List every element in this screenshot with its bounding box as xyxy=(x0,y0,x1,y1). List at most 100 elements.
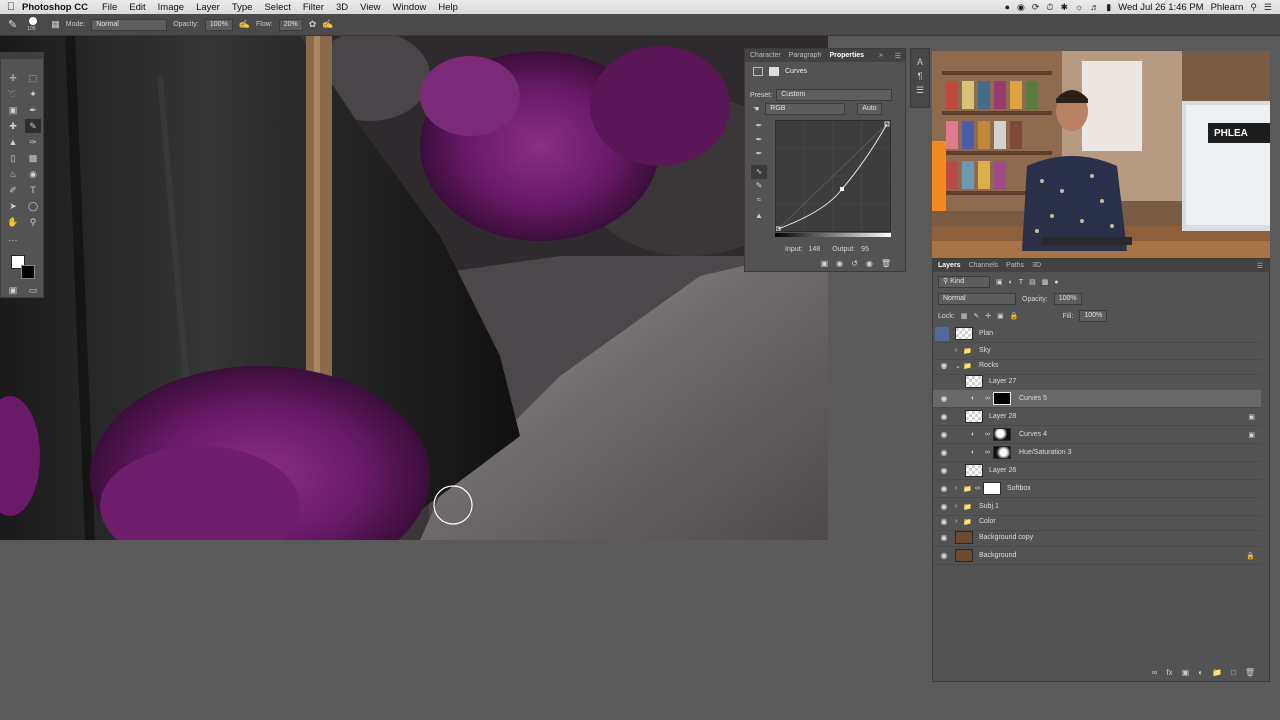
path-selection-tool-icon[interactable]: ➤ xyxy=(5,199,21,213)
flow-field[interactable]: 20% xyxy=(278,18,303,31)
layer-name[interactable]: Curves 4 xyxy=(1019,431,1047,438)
tab-properties[interactable]: Properties xyxy=(829,52,864,59)
layer-mask-thumbnail[interactable] xyxy=(993,392,1011,405)
notification-center-icon[interactable]: ☰ xyxy=(1264,2,1272,13)
pressure-size-icon[interactable]: ✍ xyxy=(322,19,333,30)
eye-icon[interactable]: ◉ xyxy=(939,430,949,440)
eye-icon[interactable]: ◉ xyxy=(939,466,949,476)
spotlight-icon[interactable]: ⚲ xyxy=(1250,2,1257,13)
menu-image[interactable]: Image xyxy=(158,2,184,13)
eye-icon[interactable]: ◉ xyxy=(939,502,949,512)
output-value[interactable]: 95 xyxy=(861,246,869,253)
layer-group-row[interactable]: ◉ › 📁 ∞ Softbox xyxy=(933,480,1261,498)
background-color-swatch[interactable] xyxy=(21,265,35,279)
layer-row[interactable]: Layer 27 xyxy=(933,373,1261,391)
eraser-tool-icon[interactable]: ▯ xyxy=(5,151,21,165)
clone-stamp-tool-icon[interactable]: ▲ xyxy=(5,135,21,149)
volume-icon[interactable]: ♬ xyxy=(1090,2,1099,12)
eye-icon[interactable]: ◉ xyxy=(939,551,949,561)
crop-tool-icon[interactable]: ▣ xyxy=(5,103,21,117)
filter-smart-object-icon[interactable]: ▩ xyxy=(1042,278,1049,286)
lock-artboard-icon[interactable]: ▣ xyxy=(997,312,1004,320)
layer-name[interactable]: Rocks xyxy=(979,362,998,369)
group-mask-thumbnail[interactable] xyxy=(983,482,1001,495)
layer-name[interactable]: Background copy xyxy=(979,534,1033,541)
tab-character[interactable]: Character xyxy=(750,52,781,59)
brush-tool-icon[interactable]: ✎ xyxy=(8,18,17,31)
blur-tool-icon[interactable]: ♨ xyxy=(5,167,21,181)
layer-row[interactable]: ◉ Background copy xyxy=(933,529,1261,547)
group-expand-icon[interactable]: › xyxy=(955,347,957,354)
new-group-icon[interactable]: 📁 xyxy=(1212,668,1222,677)
layer-row[interactable]: ◉ ◐ ∞ Curves 4 ▣ xyxy=(933,426,1261,444)
menu-layer[interactable]: Layer xyxy=(196,2,220,13)
creative-cloud-icon[interactable]: ◉ xyxy=(1017,2,1025,13)
eyedropper-tool-icon[interactable]: ✒ xyxy=(25,103,41,117)
apple-icon[interactable]:  xyxy=(0,1,22,13)
layer-name[interactable]: Plan xyxy=(979,330,993,337)
layer-row-selected[interactable]: ◉ ◐ ∞ Curves 5 xyxy=(933,390,1261,408)
layer-row[interactable]: ◉ Layer 28 ▣ xyxy=(933,408,1261,426)
type-tool-icon[interactable]: T xyxy=(25,183,41,197)
tab-channels[interactable]: Channels xyxy=(969,262,999,269)
gray-point-eyedropper-icon[interactable]: ✒ xyxy=(751,133,767,147)
eye-icon[interactable]: ◉ xyxy=(939,484,949,494)
menu-view[interactable]: View xyxy=(360,2,380,13)
move-tool-icon[interactable]: ✛ xyxy=(5,71,21,85)
menu-file[interactable]: File xyxy=(102,2,117,13)
clipping-warning-icon[interactable]: ▲ xyxy=(751,209,767,223)
layer-mask-thumbnail[interactable] xyxy=(993,446,1011,459)
menu-type[interactable]: Type xyxy=(232,2,253,13)
eye-icon[interactable]: ◉ xyxy=(939,394,949,404)
curve-point[interactable] xyxy=(840,187,844,191)
layer-name[interactable]: Color xyxy=(979,518,996,525)
smooth-curve-icon[interactable]: ≈ xyxy=(751,193,767,207)
lock-pixels-icon[interactable]: ✎ xyxy=(973,312,979,320)
document-canvas[interactable] xyxy=(0,36,828,540)
layer-name[interactable]: Layer 28 xyxy=(989,413,1016,420)
delete-layer-icon[interactable]: 🗑 xyxy=(1245,668,1255,677)
screen-mode-icon[interactable]: ▭ xyxy=(25,283,41,297)
layer-name[interactable]: Layer 26 xyxy=(989,467,1016,474)
group-expand-icon[interactable]: › xyxy=(955,518,957,525)
clip-to-layer-icon[interactable]: ▣ xyxy=(821,259,829,268)
brush-tool-icon-selected[interactable]: ✎ xyxy=(25,119,41,133)
quick-mask-icon[interactable]: ▣ xyxy=(5,283,21,297)
curve-points-icon[interactable]: ∿ xyxy=(751,165,767,179)
layers-panel-menu-icon[interactable]: ☰ xyxy=(1257,262,1269,270)
brush-preset-picker[interactable]: 105 xyxy=(23,16,45,34)
blend-mode-dropdown[interactable]: Normal xyxy=(938,293,1016,305)
layer-row[interactable]: ◉ Layer 26 xyxy=(933,462,1261,480)
dodge-tool-icon[interactable]: ◉ xyxy=(25,167,41,181)
user-name[interactable]: Phlearn xyxy=(1211,2,1244,13)
quick-select-tool-icon[interactable]: ✦ xyxy=(25,87,41,101)
lock-position-icon[interactable]: ✛ xyxy=(985,312,991,320)
menu-window[interactable]: Window xyxy=(393,2,427,13)
marquee-tool-icon[interactable]: ⬚ xyxy=(25,71,41,85)
layer-effects-icon[interactable]: fx xyxy=(1166,668,1172,677)
layer-row[interactable]: Plan xyxy=(933,325,1261,343)
shape-tool-icon[interactable]: ◯ xyxy=(25,199,41,213)
eye-icon[interactable]: ◉ xyxy=(939,448,949,458)
layer-name[interactable]: Softbox xyxy=(1007,485,1031,492)
group-collapse-icon[interactable]: ⌄ xyxy=(955,362,961,370)
eye-icon[interactable]: ◉ xyxy=(939,361,949,371)
menu-3d[interactable]: 3D xyxy=(336,2,348,13)
eye-icon[interactable]: ◉ xyxy=(939,533,949,543)
layer-row[interactable]: ◉ ◐ ∞ Hue/Saturation 3 xyxy=(933,444,1261,462)
tab-layers[interactable]: Layers xyxy=(938,262,961,269)
channel-dropdown[interactable]: RGB xyxy=(765,103,846,115)
eye-icon[interactable]: ◉ xyxy=(939,412,949,422)
pencil-curve-icon[interactable]: ✎ xyxy=(751,179,767,193)
healing-tool-icon[interactable]: ✚ xyxy=(5,119,21,133)
tab-3d[interactable]: 3D xyxy=(1032,262,1041,269)
menu-filter[interactable]: Filter xyxy=(303,2,324,13)
lock-all-icon[interactable]: 🔒 xyxy=(1010,312,1019,320)
mode-dropdown[interactable]: Normal xyxy=(91,18,168,31)
layer-visibility-off[interactable] xyxy=(935,326,949,341)
layer-name[interactable]: Curves 5 xyxy=(1019,395,1047,402)
properties-panel-icon[interactable]: ☰ xyxy=(911,85,929,96)
group-expand-icon[interactable]: › xyxy=(955,503,957,510)
menu-help[interactable]: Help xyxy=(438,2,458,13)
layer-opacity-field[interactable]: 100% xyxy=(1053,293,1082,305)
